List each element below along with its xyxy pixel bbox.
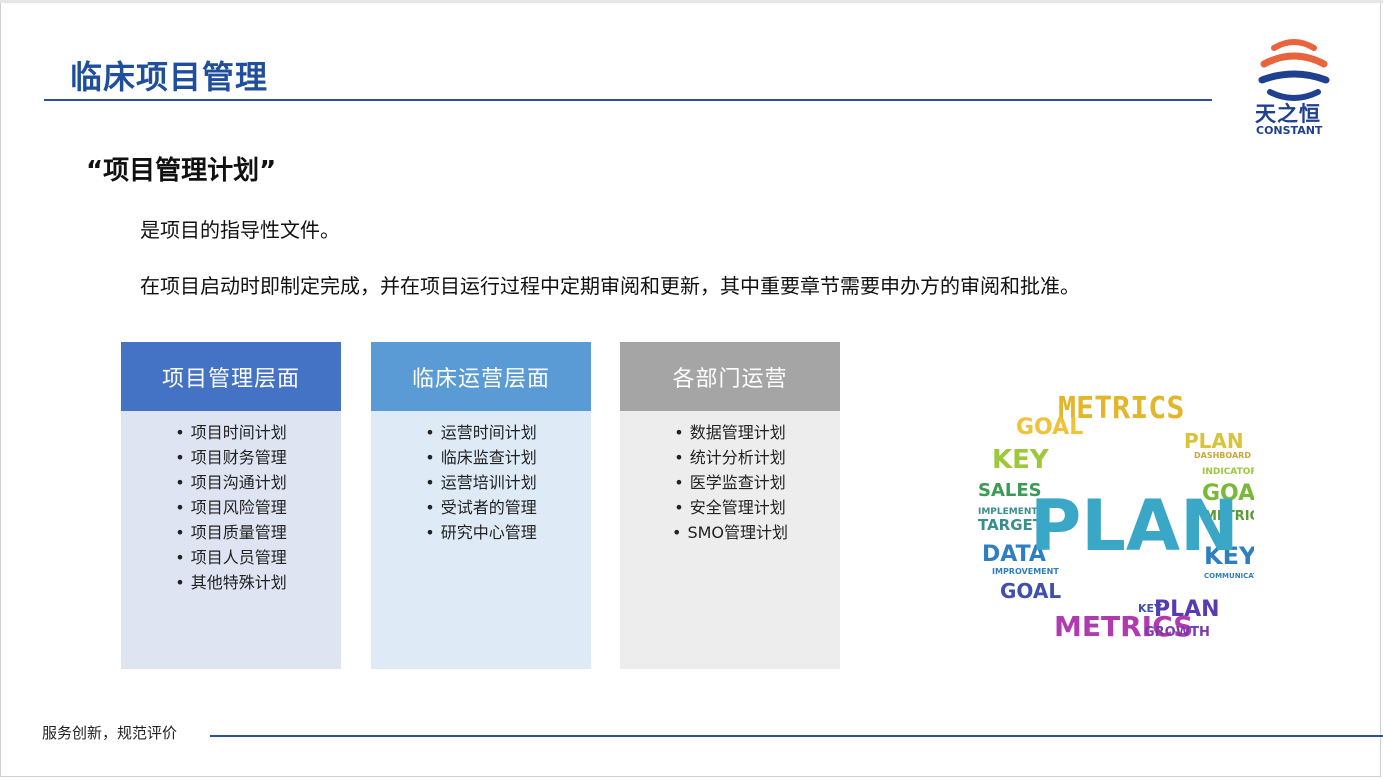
wordcloud-word: PLAN	[1154, 597, 1220, 622]
list-item: • 项目质量管理	[121, 520, 341, 545]
wordcloud-word: COMMUNICATION	[1204, 572, 1254, 580]
list-item: • 运营时间计划	[371, 420, 591, 445]
list-item: • 医学监查计划	[620, 470, 840, 495]
wordcloud-word: IMPROVEMENT	[992, 567, 1059, 576]
card-body: • 运营时间计划 • 临床监查计划 • 运营培训计划 • 受试者的管理 • 研究中心管理	[371, 411, 591, 669]
wordcloud-word: DASHBOARD	[1194, 451, 1251, 460]
card-clinical-operations: 临床运营层面 • 运营时间计划 • 临床监查计划 • 运营培训计划 • 受试者的管理 •…	[371, 342, 591, 669]
bullet-icon: •	[674, 473, 684, 492]
bullet-icon: •	[425, 473, 435, 492]
card-list: • 数据管理计划 • 统计分析计划 • 医学监查计划 • 安全管理计划 • SMO管理计划	[620, 420, 840, 545]
bullet-icon: •	[674, 448, 684, 467]
list-item-label: 项目人员管理	[190, 548, 287, 567]
bullet-icon: •	[674, 498, 684, 517]
list-item: • 临床监查计划	[371, 445, 591, 470]
card-title: 各部门运营	[620, 342, 840, 411]
section-heading: “项目管理计划”	[86, 156, 277, 186]
list-item: • 安全管理计划	[620, 495, 840, 520]
list-item-label: 统计分析计划	[689, 448, 786, 467]
card-title: 项目管理层面	[121, 342, 341, 411]
bullet-icon: •	[425, 498, 435, 517]
list-item-label: 项目沟通计划	[190, 473, 287, 492]
list-item-label: 运营培训计划	[440, 473, 537, 492]
list-item-label: SMO管理计划	[687, 523, 788, 542]
list-item: • 受试者的管理	[371, 495, 591, 520]
list-item-label: 研究中心管理	[440, 523, 537, 542]
list-item-label: 临床监查计划	[440, 448, 537, 467]
bullet-icon: •	[175, 573, 185, 592]
wordcloud-word: GOAL	[1000, 579, 1061, 603]
wordcloud-word: GROWTH	[1144, 625, 1210, 640]
page-title: 临床项目管理	[70, 58, 269, 96]
bullet-icon: •	[175, 498, 185, 517]
list-item: • SMO管理计划	[620, 520, 840, 545]
bullet-icon: •	[674, 423, 684, 442]
plan-wordcloud-image: METRICS GOAL KEY SALES TARGET DATA PLAN …	[978, 391, 1254, 643]
card-department-operations: 各部门运营 • 数据管理计划 • 统计分析计划 • 医学监查计划 • 安全管理计划 • S…	[620, 342, 840, 669]
card-body: • 项目时间计划 • 项目财务管理 • 项目沟通计划 • 项目风险管理 • 项目质量管理 …	[121, 411, 341, 669]
bullet-icon: •	[175, 448, 185, 467]
wordcloud-word: INDICATOR	[1202, 467, 1254, 477]
intro-paragraph: 是项目的指导性文件。	[140, 218, 340, 242]
bullet-icon: •	[175, 548, 185, 567]
card-project-management: 项目管理层面 • 项目时间计划 • 项目财务管理 • 项目沟通计划 • 项目风险管理 •…	[121, 342, 341, 669]
list-item: • 研究中心管理	[371, 520, 591, 545]
top-strip	[0, 0, 1383, 3]
bullet-icon: •	[425, 423, 435, 442]
list-item: • 项目人员管理	[121, 545, 341, 570]
list-item-label: 项目时间计划	[190, 423, 287, 442]
wordcloud-word: KEY	[992, 445, 1050, 475]
footer-divider	[210, 735, 1383, 737]
logo-text: 天之恒	[1255, 102, 1321, 126]
list-item-label: 安全管理计划	[689, 498, 786, 517]
list-item-label: 医学监查计划	[689, 473, 786, 492]
wordcloud-word: GOAL	[1016, 415, 1083, 440]
detail-paragraph: 在项目启动时即制定完成，并在项目运行过程中定期审阅和更新，其中重要章节需要申办方…	[140, 274, 1080, 298]
card-title: 临床运营层面	[371, 342, 591, 411]
bullet-icon: •	[175, 523, 185, 542]
list-item-label: 受试者的管理	[440, 498, 537, 517]
list-item-label: 运营时间计划	[440, 423, 537, 442]
bullet-icon: •	[425, 523, 435, 542]
list-item: • 数据管理计划	[620, 420, 840, 445]
card-list: • 项目时间计划 • 项目财务管理 • 项目沟通计划 • 项目风险管理 • 项目质量管理 …	[121, 420, 341, 595]
list-item: • 统计分析计划	[620, 445, 840, 470]
list-item: • 其他特殊计划	[121, 570, 341, 595]
list-item: • 项目财务管理	[121, 445, 341, 470]
footer-tagline: 服务创新，规范评价	[42, 724, 178, 742]
list-item: • 项目风险管理	[121, 495, 341, 520]
bullet-icon: •	[175, 423, 185, 442]
bullet-icon: •	[672, 523, 682, 542]
wordcloud-word: PLAN	[1184, 429, 1244, 453]
bullet-icon: •	[425, 448, 435, 467]
list-item: • 运营培训计划	[371, 470, 591, 495]
list-item-label: 项目财务管理	[190, 448, 287, 467]
card-body: • 数据管理计划 • 统计分析计划 • 医学监查计划 • 安全管理计划 • SMO管理计划	[620, 411, 840, 669]
list-item: • 项目时间计划	[121, 420, 341, 445]
list-item-label: 其他特殊计划	[190, 573, 287, 592]
list-item-label: 项目风险管理	[190, 498, 287, 517]
bullet-icon: •	[175, 473, 185, 492]
list-item-label: 项目质量管理	[190, 523, 287, 542]
wordcloud-word: KEY	[1138, 602, 1163, 615]
card-list: • 运营时间计划 • 临床监查计划 • 运营培训计划 • 受试者的管理 • 研究中心管理	[371, 420, 591, 545]
list-item: • 项目沟通计划	[121, 470, 341, 495]
list-item-label: 数据管理计划	[689, 423, 786, 442]
logo-subtext: CONSTANT	[1256, 124, 1323, 137]
wordcloud-center-word: PLAN	[1030, 485, 1239, 567]
title-divider	[44, 99, 1212, 101]
